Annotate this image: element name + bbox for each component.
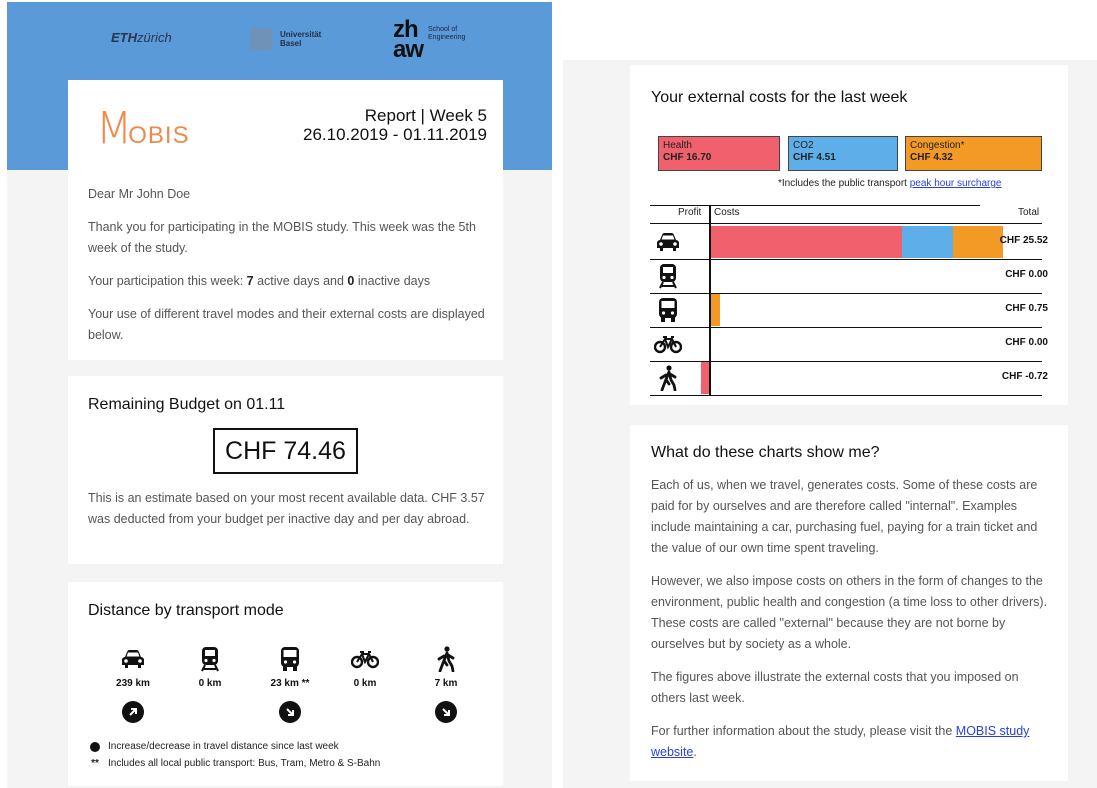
thanks-text: Thank you for participating in the MOBIS… — [88, 220, 476, 255]
mode-bicycle: 0 km — [335, 644, 395, 689]
mode-distance: 7 km — [434, 678, 458, 689]
trend-dot-icon — [90, 741, 100, 752]
car-icon — [654, 229, 682, 255]
row-rule — [650, 293, 1042, 294]
train-icon — [654, 263, 682, 289]
surcharge-link[interactable]: peak hour surcharge — [910, 178, 1002, 189]
eth-logo: ETHzürich — [111, 30, 172, 45]
walking-icon — [654, 365, 682, 391]
distance-legend: Increase/decrease in travel distance sin… — [90, 741, 381, 769]
row-total: CHF 0.00 — [1005, 269, 1048, 280]
info-paragraph: Each of us, when we travel, generates co… — [651, 478, 1038, 555]
mode-distance: 0 km — [353, 678, 377, 689]
car-icon — [103, 644, 163, 674]
col-total: Total — [1018, 207, 1040, 218]
bicycle-icon — [654, 331, 682, 357]
usage-note: Your use of different travel modes and t… — [88, 307, 485, 342]
row-total: CHF 0.75 — [1005, 303, 1048, 314]
budget-title: Remaining Budget on 01.11 — [88, 396, 286, 413]
intro-text: Dear Mr John Doe Thank you for participa… — [88, 184, 488, 358]
cost-category: CO2 CHF 4.51 — [788, 136, 898, 171]
partner-logos: ETHzürich Universität Basel zh aw School o… — [7, 2, 552, 82]
trend-down-icon — [279, 701, 301, 723]
info-card: What do these charts show me? Each of us… — [630, 425, 1068, 781]
distance-card: Distance by transport mode 239 km 0 km 23 … — [68, 582, 503, 786]
trend-up-icon — [122, 701, 144, 723]
budget-note: This is an estimate based on your most r… — [88, 491, 485, 526]
info-title: What do these charts show me? — [651, 444, 880, 461]
mode-distance: 0 km — [198, 678, 222, 689]
table-top-rule — [650, 205, 980, 206]
budget-amount: CHF 74.46 — [213, 428, 358, 474]
costs-title: Your external costs for the last week — [651, 89, 908, 106]
mode-car: 239 km — [103, 644, 163, 723]
info-paragraph: For further information about the study,… — [651, 724, 1030, 759]
zhaw-logo: zh aw School of Engineering — [393, 16, 466, 63]
info-paragraph: The figures above illustrate the externa… — [651, 670, 1019, 705]
info-paragraph: However, we also impose costs on others … — [651, 574, 1048, 651]
info-body: Each of us, when we travel, generates co… — [651, 475, 1051, 775]
participation-text: Your participation this week: 7 active d… — [88, 274, 431, 288]
row-total: CHF 0.00 — [1005, 337, 1048, 348]
external-costs-card: Your external costs for the last week He… — [630, 65, 1068, 405]
screenshot-root: ETHzürich Universität Basel zh aw School o… — [0, 0, 1097, 788]
distance-title: Distance by transport mode — [88, 602, 284, 619]
mode-distance: 23 km ** — [270, 678, 310, 689]
trend-down-icon — [435, 701, 457, 723]
bus-icon — [260, 644, 320, 674]
cost-bar-health — [711, 226, 902, 258]
unibas-mark-icon — [250, 28, 272, 50]
col-profit: Profit — [678, 207, 702, 218]
unibas-logo: Universität Basel — [250, 28, 321, 50]
greeting: Dear Mr John Doe — [88, 187, 191, 201]
row-total: CHF 25.52 — [999, 235, 1048, 246]
col-costs: Costs — [714, 207, 740, 218]
profit-bar — [700, 362, 709, 394]
row-rule — [650, 395, 1042, 396]
cost-category: Health CHF 16.70 — [658, 136, 780, 171]
row-rule — [650, 327, 1042, 328]
mobis-logo: M OBIS — [96, 102, 190, 155]
mode-train: 0 km — [180, 644, 240, 689]
report-title: Report | Week 5 26.10.2019 - 01.11.2019 — [302, 106, 487, 144]
bus-icon — [654, 297, 682, 323]
walking-icon — [416, 644, 476, 674]
cost-bar-congestion — [711, 294, 720, 326]
row-rule — [650, 259, 1042, 260]
cost-bar-co2 — [901, 226, 954, 258]
bicycle-icon — [335, 644, 395, 674]
cost-category: Congestion* CHF 4.32 — [905, 136, 1042, 171]
surcharge-note: *Includes the public transport peak hour… — [778, 178, 1002, 189]
mode-walking: 7 km — [416, 644, 476, 723]
budget-card: Remaining Budget on 01.11 CHF 74.46 This… — [68, 376, 503, 564]
mode-distance: 239 km — [116, 678, 150, 689]
row-total: CHF -0.72 — [1001, 371, 1048, 382]
mode-bus: 23 km ** — [260, 644, 320, 723]
train-icon — [180, 644, 240, 674]
report-header-card: M OBIS Report | Week 5 26.10.2019 - 01.11… — [68, 80, 503, 360]
